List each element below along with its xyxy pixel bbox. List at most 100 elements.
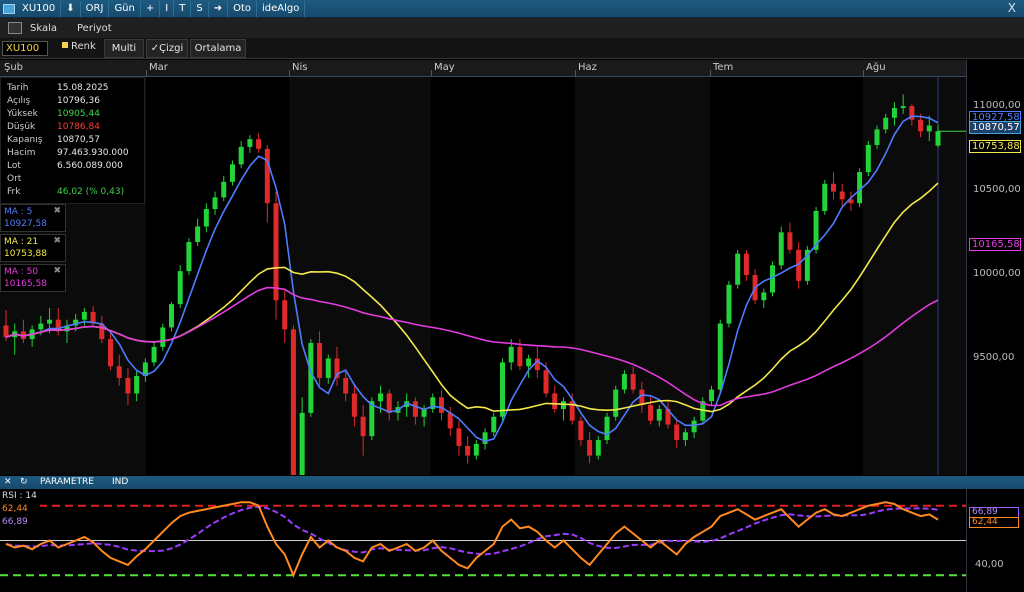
ortalama-button[interactable]: Ortalama bbox=[190, 39, 246, 58]
candle-body bbox=[168, 304, 174, 328]
info-value: 15.08.2025 bbox=[57, 83, 109, 93]
candle-body bbox=[682, 432, 688, 441]
ma5-legend[interactable]: MA : 5 10927,58 ✖ bbox=[0, 204, 66, 232]
info-key: Frk bbox=[7, 187, 21, 197]
close-icon[interactable]: ✖ bbox=[53, 266, 61, 276]
candle-body bbox=[578, 420, 584, 441]
month-label: Tem bbox=[713, 62, 734, 73]
refresh-icon[interactable]: ↻ bbox=[20, 476, 28, 489]
rsi-value-tag: 62,44 bbox=[969, 517, 1019, 528]
info-value: 10786,84 bbox=[57, 122, 100, 132]
price-axis-label: 10000,00 bbox=[973, 268, 1021, 279]
cizgi-toggle[interactable]: ✓Çizgi bbox=[146, 39, 188, 58]
candle-body bbox=[238, 146, 244, 165]
ma50-legend[interactable]: MA : 50 10165,58 ✖ bbox=[0, 264, 66, 292]
candle-body bbox=[630, 374, 636, 390]
ma50-value: 10165,58 bbox=[4, 279, 47, 289]
color-swatch-icon bbox=[62, 42, 68, 48]
candle-body bbox=[604, 416, 610, 441]
symbol-title[interactable]: XU100 bbox=[17, 0, 62, 17]
ma50-price-tag: 10165,58 bbox=[969, 238, 1021, 251]
info-key: Yüksek bbox=[7, 109, 38, 119]
menubar: Skala Periyot bbox=[0, 18, 1024, 38]
candle-body bbox=[125, 377, 131, 394]
download-arrow-icon[interactable]: ⬇ bbox=[61, 0, 81, 17]
symbol-input[interactable]: XU100 bbox=[2, 41, 48, 56]
menu-skala[interactable]: Skala bbox=[30, 23, 57, 34]
candle-body bbox=[325, 358, 331, 378]
renk-button[interactable]: Renk bbox=[62, 41, 96, 52]
info-value: 10796,36 bbox=[57, 96, 100, 106]
candle-body bbox=[81, 311, 87, 320]
month-tick bbox=[710, 70, 711, 77]
candle-body bbox=[177, 271, 183, 305]
candle-body bbox=[3, 325, 9, 338]
candle-body bbox=[473, 443, 479, 456]
candle-body bbox=[160, 327, 166, 347]
month-tick bbox=[289, 70, 290, 77]
month-label: May bbox=[434, 62, 455, 73]
candle-body bbox=[47, 319, 53, 324]
candle-body bbox=[830, 183, 836, 192]
menu-periyot[interactable]: Periyot bbox=[77, 23, 112, 34]
idealgo-button[interactable]: ideAlgo bbox=[257, 0, 306, 17]
month-tick bbox=[146, 70, 147, 77]
close-icon[interactable]: ✖ bbox=[53, 206, 61, 216]
candle-body bbox=[891, 108, 897, 118]
month-tick bbox=[431, 70, 432, 77]
info-key: Tarih bbox=[7, 83, 29, 93]
candle-body bbox=[151, 346, 157, 363]
month-label: Ağu bbox=[866, 62, 886, 73]
candle-body bbox=[761, 292, 767, 301]
period-gun-button[interactable]: Gün bbox=[109, 0, 141, 17]
candle-body bbox=[874, 129, 880, 145]
candle-body bbox=[108, 339, 114, 367]
candle-body bbox=[595, 440, 601, 456]
candle-body bbox=[308, 342, 314, 413]
oto-button[interactable]: Oto bbox=[228, 0, 257, 17]
candle-body bbox=[482, 432, 488, 444]
candle-body bbox=[247, 139, 253, 147]
s-button[interactable]: S bbox=[191, 0, 209, 17]
ma21-legend[interactable]: MA : 21 10753,88 ✖ bbox=[0, 234, 66, 262]
candle-body bbox=[543, 370, 549, 394]
price-axis-label: 10500,00 bbox=[973, 184, 1021, 195]
candle-body bbox=[717, 323, 723, 390]
i-button[interactable]: I bbox=[160, 0, 175, 17]
add-button[interactable]: + bbox=[141, 0, 161, 17]
month-tick bbox=[575, 70, 576, 77]
t-button[interactable]: T bbox=[174, 0, 192, 17]
window-titlebar: XU100 ⬇ ORJ Gün + I T S ➜ Oto ideAlgo X bbox=[0, 0, 1024, 18]
close-button[interactable]: X bbox=[1008, 1, 1016, 15]
last-price-tag: 10870,57 bbox=[969, 121, 1021, 134]
candle-body bbox=[918, 119, 924, 132]
candle-body bbox=[726, 284, 732, 324]
rsi-value: 62,44 bbox=[2, 504, 28, 514]
candle-body bbox=[778, 232, 784, 266]
save-icon[interactable] bbox=[8, 22, 22, 34]
candle-body bbox=[134, 375, 140, 394]
candle-body bbox=[412, 401, 418, 417]
candle-body bbox=[839, 191, 845, 200]
close-icon[interactable]: ✖ bbox=[53, 236, 61, 246]
close-icon[interactable]: ✕ bbox=[4, 476, 12, 489]
candle-body bbox=[491, 416, 497, 433]
candle-body bbox=[256, 139, 262, 149]
info-key: Düşük bbox=[7, 122, 36, 132]
candle-body bbox=[613, 389, 619, 417]
candle-body bbox=[439, 397, 445, 413]
candle-body bbox=[212, 197, 218, 210]
candle-body bbox=[517, 346, 523, 367]
orj-button[interactable]: ORJ bbox=[81, 0, 110, 17]
parametre-button[interactable]: PARAMETRE bbox=[40, 476, 94, 489]
candle-body bbox=[735, 253, 741, 285]
ind-button[interactable]: IND bbox=[112, 476, 128, 489]
ma21-price-tag: 10753,88 bbox=[969, 140, 1021, 153]
multi-button[interactable]: Multi bbox=[104, 39, 144, 58]
candle-body bbox=[195, 226, 201, 243]
rsi-chart[interactable] bbox=[0, 489, 966, 592]
arrow-right-icon[interactable]: ➜ bbox=[209, 0, 229, 17]
candle-body bbox=[787, 232, 793, 250]
info-value: 10905,44 bbox=[57, 109, 100, 119]
ohlc-info-box: Tarih 15.08.2025 Açılış 10796,36 Yüksek … bbox=[0, 77, 145, 204]
